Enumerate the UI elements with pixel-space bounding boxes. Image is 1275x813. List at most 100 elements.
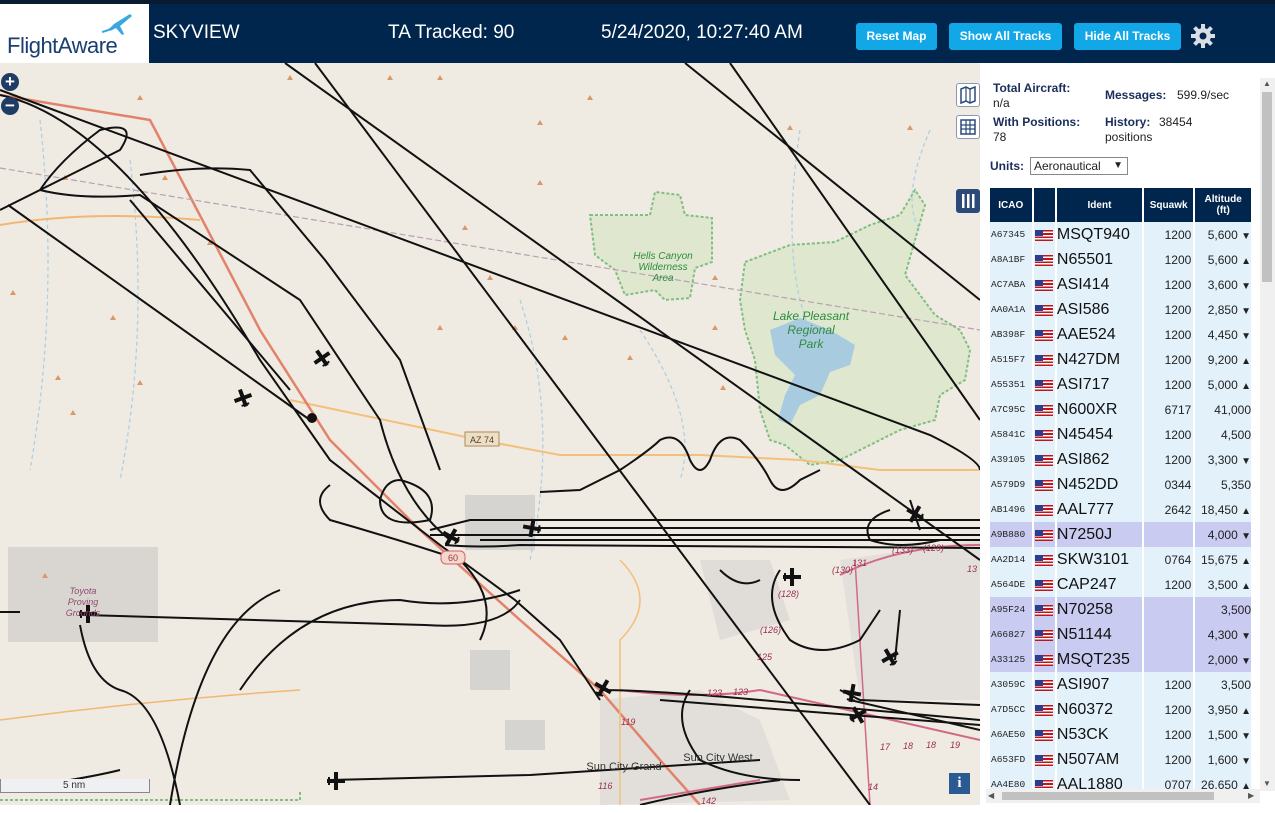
table-row[interactable]: AB398F AAE524 1200 4,450 ▼ — [990, 322, 1253, 347]
table-row[interactable]: A39105 ASI862 1200 3,300 ▼ — [990, 447, 1253, 472]
column-icao[interactable]: ICAO — [990, 188, 1034, 222]
cell-flag — [1033, 547, 1057, 572]
label-hells-canyon-2: Wilderness — [638, 262, 687, 273]
map-layers-icon[interactable] — [956, 83, 980, 107]
cell-flag — [1033, 347, 1057, 372]
table-row[interactable]: A653FD N507AM 1200 1,600 ▼ — [990, 747, 1253, 772]
hide-all-tracks-button[interactable]: Hide All Tracks — [1074, 23, 1181, 50]
label-r116: 116 — [598, 781, 612, 791]
gear-icon[interactable] — [1190, 23, 1216, 49]
us-flag-icon — [1034, 704, 1053, 716]
tracked-count: TA Tracked: 90 — [388, 22, 515, 43]
cell-icao: A9B880 — [990, 522, 1034, 547]
table-row[interactable]: A95F24 N70258 3,500 — [990, 597, 1253, 622]
table-row[interactable]: A564DE CAP247 1200 3,500 ▲ — [990, 572, 1253, 597]
aircraft-panel: Total Aircraft: n/a With Positions: 78 M… — [980, 63, 1275, 805]
altitude-trend-icon: ▼ — [1241, 230, 1251, 242]
table-row[interactable]: A6AE50 N53CK 1200 1,500 ▼ — [990, 722, 1253, 747]
altitude-trend-icon: ▲ — [1241, 705, 1251, 717]
us-flag-icon — [1034, 454, 1053, 466]
table-row[interactable]: A3059C ASI907 1200 3,500 — [990, 672, 1253, 697]
table-row[interactable]: A33125 MSQT235 2,000 ▼ — [990, 647, 1253, 672]
us-flag-icon — [1034, 654, 1053, 666]
cell-squawk: 1200 — [1144, 697, 1196, 722]
us-flag-icon — [1034, 629, 1053, 641]
altitude-trend-icon: ▲ — [1241, 505, 1251, 517]
table-row[interactable]: A579D9 N452DD 0344 5,350 — [990, 472, 1253, 497]
table-horizontal-scrollbar[interactable]: ◀ ▶ — [986, 789, 1260, 803]
history-value: 38454 — [1159, 115, 1193, 129]
table-row[interactable]: A67345 MSQT940 1200 5,600 ▼ — [990, 222, 1253, 247]
with-positions-label: With Positions: — [993, 115, 1081, 129]
column-flag[interactable] — [1033, 188, 1057, 222]
cell-altitude: 4,500 — [1195, 422, 1253, 447]
us-flag-icon — [1034, 579, 1053, 591]
cell-icao: A579D9 — [990, 472, 1034, 497]
altitude-value: 1,500 — [1207, 727, 1238, 742]
zoom-out-button[interactable]: − — [1, 97, 19, 115]
table-row[interactable]: A7D5CC N60372 1200 3,950 ▲ — [990, 697, 1253, 722]
table-row[interactable]: A55351 ASI717 1200 5,000 ▲ — [990, 372, 1253, 397]
altitude-trend-icon: ▲ — [1241, 255, 1251, 267]
scroll-up-icon[interactable]: ▲ — [1263, 79, 1271, 88]
scroll-right-icon[interactable]: ▶ — [1248, 791, 1254, 800]
units-select[interactable]: Aeronautical ▼ — [1030, 157, 1128, 175]
table-row[interactable]: AC7ABA ASI414 1200 3,600 ▼ — [990, 272, 1253, 297]
table-row[interactable]: A5841C N45454 1200 4,500 — [990, 422, 1253, 447]
label-r119: 119 — [621, 717, 635, 727]
units-select-value: Aeronautical — [1034, 159, 1101, 173]
cell-flag — [1033, 472, 1057, 497]
cell-icao: A67345 — [990, 222, 1034, 247]
grid-toggle-icon[interactable] — [956, 115, 980, 139]
zoom-in-button[interactable]: + — [1, 73, 19, 91]
table-row[interactable]: A7C95C N600XR 6717 41,000 — [990, 397, 1253, 422]
cell-ident: MSQT940 — [1056, 222, 1145, 247]
cell-icao: A95F24 — [990, 597, 1034, 622]
vertical-scroll-thumb[interactable] — [1262, 92, 1272, 282]
label-hells-canyon-3: Area — [651, 273, 674, 284]
flightaware-logo[interactable]: FlightAware — [0, 4, 149, 63]
with-positions-value: 78 — [993, 130, 1007, 144]
columns-toggle-icon[interactable] — [956, 189, 980, 213]
column-squawk[interactable]: Squawk — [1144, 188, 1196, 222]
cell-ident: ASI717 — [1056, 372, 1145, 397]
column-ident[interactable]: Ident — [1056, 188, 1145, 222]
label-r18a: 18 — [903, 741, 913, 751]
table-row[interactable]: A515F7 N427DM 1200 9,200 ▲ — [990, 347, 1253, 372]
table-row[interactable]: A66827 N51144 4,300 ▼ — [990, 622, 1253, 647]
cell-icao: AA2D14 — [990, 547, 1034, 572]
reset-map-button[interactable]: Reset Map — [856, 23, 937, 50]
panel-vertical-scrollbar[interactable]: ▲ ▼ — [1260, 78, 1275, 791]
table-row[interactable]: A8A1BF N65501 1200 5,600 ▲ — [990, 247, 1253, 272]
cell-altitude: 5,600 ▼ — [1195, 222, 1253, 247]
us-flag-icon — [1034, 229, 1053, 241]
info-button[interactable]: i — [949, 773, 970, 794]
show-all-tracks-button[interactable]: Show All Tracks — [949, 23, 1062, 50]
cell-icao: A33125 — [990, 647, 1034, 672]
scroll-down-icon[interactable]: ▼ — [1263, 779, 1271, 788]
altitude-value: 5,350 — [1220, 477, 1251, 492]
table-row[interactable]: AA2D14 SKW3101 0764 15,675 ▲ — [990, 547, 1253, 572]
altitude-value: 3,500 — [1220, 602, 1251, 617]
label-us60: 60 — [448, 553, 458, 563]
horizontal-scroll-thumb[interactable] — [1002, 792, 1214, 800]
cell-squawk: 2642 — [1144, 497, 1196, 522]
altitude-trend-icon: ▲ — [1241, 555, 1251, 567]
altitude-value: 15,675 — [1201, 552, 1238, 567]
column-altitude[interactable]: Altitude (ft) — [1195, 188, 1253, 222]
table-row[interactable]: AB1496 AAL777 2642 18,450 ▲ — [990, 497, 1253, 522]
messages-label: Messages: — [1105, 88, 1167, 102]
label-r18b: 18 — [926, 740, 936, 750]
table-row[interactable]: AA0A1A ASI586 1200 2,850 ▼ — [990, 297, 1253, 322]
scroll-left-icon[interactable]: ◀ — [988, 791, 994, 800]
cell-ident: N452DD — [1056, 472, 1145, 497]
altitude-value: 18,450 — [1201, 502, 1238, 517]
cell-ident: MSQT235 — [1056, 647, 1145, 672]
table-row[interactable]: A9B880 N7250J 4,000 ▼ — [990, 522, 1253, 547]
us-flag-icon — [1034, 529, 1053, 541]
map-canvas[interactable]: Hells Canyon Wilderness Area Lake Pleasa… — [0, 63, 980, 805]
us-flag-icon — [1034, 729, 1053, 741]
altitude-trend-icon: ▲ — [1241, 380, 1251, 392]
map-view[interactable]: Hells Canyon Wilderness Area Lake Pleasa… — [0, 63, 980, 805]
cell-altitude: 2,850 ▼ — [1195, 297, 1253, 322]
